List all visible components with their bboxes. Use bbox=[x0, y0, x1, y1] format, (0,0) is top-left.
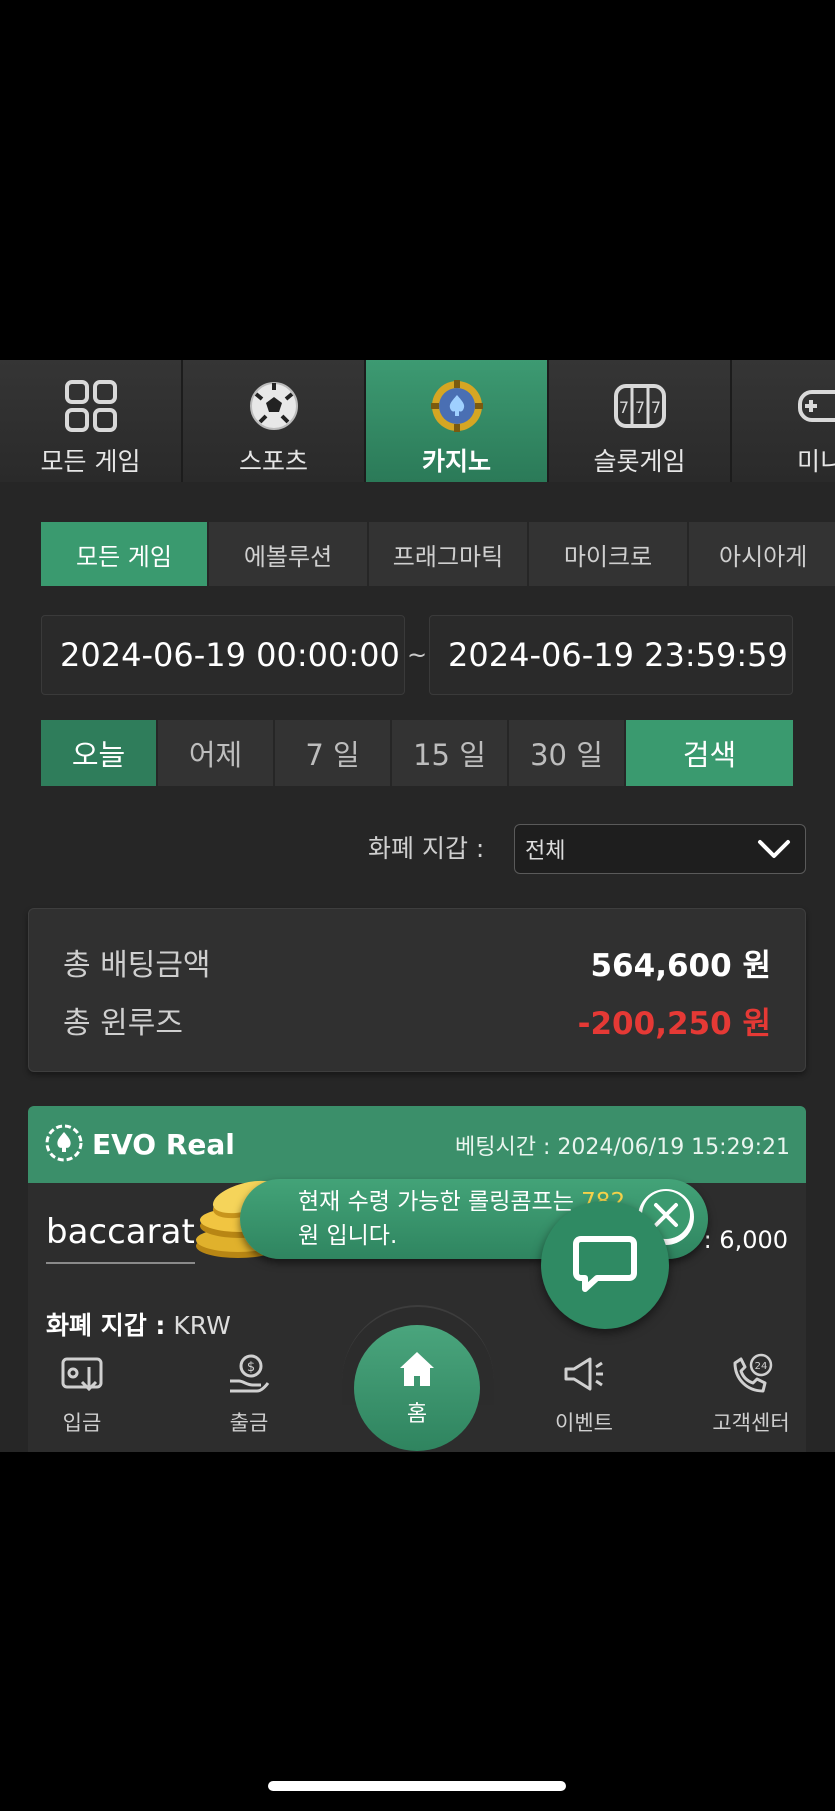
provider-tabs: 모든 게임 에볼루션 프래그마틱 마이크로 아시아게 bbox=[41, 522, 835, 586]
megaphone-icon bbox=[562, 1353, 606, 1399]
wallet-deposit-icon bbox=[60, 1353, 104, 1399]
tab-casino[interactable]: 카지노 bbox=[366, 360, 549, 482]
range-15days-button[interactable]: 15 일 bbox=[392, 720, 509, 786]
home-label: 홈 bbox=[406, 1402, 428, 1427]
wallet-select[interactable]: 전체 bbox=[514, 824, 806, 874]
nav-withdraw-label: 출금 bbox=[229, 1411, 269, 1435]
bet-provider-name: EVO Real bbox=[92, 1128, 235, 1161]
range-yesterday-button[interactable]: 어제 bbox=[158, 720, 275, 786]
wallet-filter-label: 화폐 지갑 : bbox=[368, 834, 485, 863]
provider-tab-pragmatic[interactable]: 프래그마틱 bbox=[369, 522, 529, 586]
provider-tab-all[interactable]: 모든 게임 bbox=[41, 522, 209, 586]
range-7days-button[interactable]: 7 일 bbox=[275, 720, 392, 786]
tab-mini[interactable]: 미니 bbox=[732, 360, 835, 482]
nav-event[interactable]: 이벤트 bbox=[524, 1353, 644, 1437]
nav-event-label: 이벤트 bbox=[555, 1411, 613, 1435]
bet-time: 베팅시간 : 2024/06/19 15:29:21 bbox=[455, 1134, 790, 1160]
end-date-input[interactable]: 2024-06-19 23:59:59 bbox=[429, 615, 793, 695]
range-30days-button[interactable]: 30 일 bbox=[509, 720, 626, 786]
bet-wallet-value: KRW bbox=[173, 1311, 231, 1340]
toast-line1: 현재 수령 가능한 롤링콤프는 bbox=[298, 1189, 574, 1215]
date-separator: ~ bbox=[406, 641, 428, 669]
grid-icon bbox=[63, 378, 119, 434]
total-bet-value: 564,600 원 bbox=[590, 947, 771, 984]
svg-text:24: 24 bbox=[755, 1361, 768, 1372]
nav-withdraw[interactable]: $ 출금 bbox=[189, 1353, 309, 1437]
slot-machine-icon: 777 bbox=[612, 378, 668, 434]
date-range: 2024-06-19 00:00:00 ~ 2024-06-19 23:59:5… bbox=[41, 615, 793, 695]
tab-slots[interactable]: 777 슬롯게임 bbox=[549, 360, 732, 482]
total-bet-row: 총 배팅금액 564,600 원 bbox=[63, 937, 771, 987]
svg-text:7: 7 bbox=[634, 398, 644, 417]
total-winloss-value: -200,250 원 bbox=[577, 1005, 771, 1042]
tab-label: 스포츠 bbox=[238, 447, 308, 476]
tab-label: 미니 bbox=[797, 447, 835, 476]
nav-deposit-label: 입금 bbox=[62, 1411, 102, 1435]
bet-card-header: EVO Real 베팅시간 : 2024/06/19 15:29:21 bbox=[28, 1106, 806, 1183]
wallet-filter: 화폐 지갑 : 전체 bbox=[0, 824, 835, 874]
toast-line2: 원 입니다. bbox=[298, 1223, 398, 1249]
range-today-button[interactable]: 오늘 bbox=[41, 720, 158, 786]
home-indicator bbox=[268, 1781, 566, 1791]
phone-24-icon: 24 bbox=[729, 1353, 773, 1399]
chevron-down-icon bbox=[757, 837, 791, 867]
nav-support-label: 고객센터 bbox=[712, 1411, 790, 1435]
summary-box: 총 배팅금액 564,600 원 총 윈루즈 -200,250 원 bbox=[28, 908, 806, 1072]
quick-range-buttons: 오늘 어제 7 일 15 일 30 일 검색 bbox=[41, 720, 793, 786]
wallet-select-value: 전체 bbox=[525, 839, 566, 864]
provider-tab-micro[interactable]: 마이크로 bbox=[529, 522, 689, 586]
casino-chip-icon bbox=[429, 378, 485, 434]
category-tabs: 모든 게임 스포츠 카지노 777 슬롯게임 미니 bbox=[0, 360, 835, 482]
svg-text:$: $ bbox=[247, 1360, 255, 1375]
spade-chip-icon bbox=[44, 1123, 84, 1167]
chat-bubble-icon bbox=[573, 1233, 637, 1297]
house-icon bbox=[396, 1348, 438, 1392]
svg-text:7: 7 bbox=[650, 398, 660, 417]
tab-all-games[interactable]: 모든 게임 bbox=[0, 360, 183, 482]
tab-label: 슬롯게임 bbox=[593, 447, 686, 476]
tab-sports[interactable]: 스포츠 bbox=[183, 360, 366, 482]
total-winloss-label: 총 윈루즈 bbox=[63, 1006, 183, 1041]
total-winloss-row: 총 윈루즈 -200,250 원 bbox=[63, 995, 771, 1045]
provider-tab-evolution[interactable]: 에볼루션 bbox=[209, 522, 369, 586]
hand-money-icon: $ bbox=[227, 1353, 271, 1399]
home-button[interactable]: 홈 bbox=[354, 1325, 480, 1451]
bet-game-name: baccarat bbox=[46, 1212, 195, 1264]
bet-wallet: 화폐 지갑 : KRW bbox=[46, 1306, 231, 1342]
start-date-input[interactable]: 2024-06-19 00:00:00 bbox=[41, 615, 405, 695]
gamepad-icon bbox=[797, 378, 835, 434]
svg-text:7: 7 bbox=[618, 398, 628, 417]
tab-label: 카지노 bbox=[421, 447, 491, 476]
nav-support[interactable]: 24 고객센터 bbox=[691, 1353, 811, 1437]
nav-deposit[interactable]: 입금 bbox=[22, 1353, 142, 1437]
total-bet-label: 총 배팅금액 bbox=[63, 948, 211, 983]
provider-tab-asia[interactable]: 아시아게 bbox=[689, 522, 835, 586]
tab-label: 모든 게임 bbox=[40, 447, 141, 476]
chat-button[interactable] bbox=[541, 1201, 669, 1329]
bet-amount: : 6,000 bbox=[703, 1226, 788, 1254]
app-screen: 모든 게임 스포츠 카지노 777 슬롯게임 미니 모든 게임 에볼루션 프래그… bbox=[0, 360, 835, 1452]
soccer-ball-icon bbox=[246, 378, 302, 434]
search-button[interactable]: 검색 bbox=[626, 720, 793, 786]
bet-wallet-label: 화폐 지갑 : bbox=[46, 1311, 166, 1340]
